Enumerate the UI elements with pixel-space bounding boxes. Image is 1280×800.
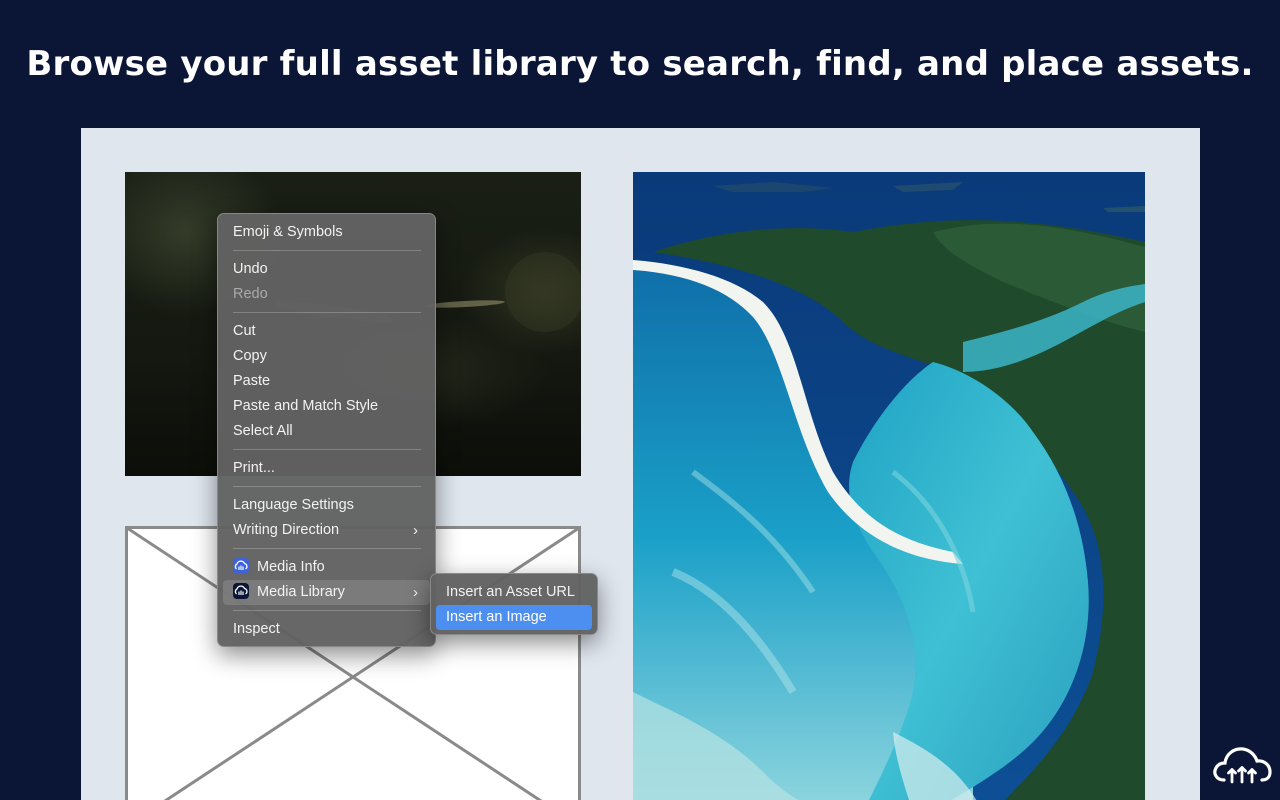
- menu-separator: [233, 250, 421, 251]
- menu-item-emoji-symbols[interactable]: Emoji & Symbols: [223, 220, 430, 245]
- menu-item-label: Undo: [233, 261, 268, 277]
- menu-separator: [233, 486, 421, 487]
- chevron-right-icon: ›: [413, 584, 418, 601]
- menu-item-label: Emoji & Symbols: [233, 224, 343, 240]
- menu-item-print[interactable]: Print...: [223, 456, 430, 481]
- menu-item-label: Copy: [233, 348, 267, 364]
- menu-item-copy[interactable]: Copy: [223, 344, 430, 369]
- menu-item-language-settings[interactable]: Language Settings: [223, 493, 430, 518]
- menu-item-label: Paste: [233, 373, 271, 389]
- menu-item-label: Media Library: [257, 584, 345, 600]
- menu-item-label: Print...: [233, 460, 275, 476]
- page: Browse your full asset library to search…: [0, 0, 1280, 800]
- menu-item-label: Cut: [233, 323, 256, 339]
- menu-item-label: Redo: [233, 286, 268, 302]
- menu-separator: [233, 312, 421, 313]
- menu-item-label: Insert an Image: [446, 609, 547, 625]
- menu-item-paste[interactable]: Paste: [223, 369, 430, 394]
- menu-item-paste-match-style[interactable]: Paste and Match Style: [223, 394, 430, 419]
- menu-item-label: Inspect: [233, 621, 280, 637]
- page-headline: Browse your full asset library to search…: [26, 44, 1254, 84]
- menu-item-label: Media Info: [257, 559, 325, 575]
- menu-separator: [233, 610, 421, 611]
- menu-item-label: Insert an Asset URL: [446, 584, 575, 600]
- menu-item-writing-direction[interactable]: Writing Direction ›: [223, 518, 430, 543]
- menu-item-insert-image[interactable]: Insert an Image: [436, 605, 592, 630]
- cloudinary-icon: [233, 558, 249, 574]
- menu-item-insert-asset-url[interactable]: Insert an Asset URL: [436, 580, 592, 605]
- menu-separator: [233, 548, 421, 549]
- menu-item-redo: Redo: [223, 282, 430, 307]
- aerial-beach-photo[interactable]: [633, 172, 1145, 800]
- chevron-right-icon: ›: [413, 522, 418, 539]
- menu-item-cut[interactable]: Cut: [223, 319, 430, 344]
- menu-item-label: Writing Direction: [233, 522, 340, 538]
- context-menu: Emoji & Symbols Undo Redo Cut Copy Paste…: [217, 213, 436, 647]
- cloudinary-icon: [233, 583, 249, 599]
- menu-item-label: Select All: [233, 423, 293, 439]
- menu-item-label: Language Settings: [233, 497, 354, 513]
- cloudinary-cloud-logo: [1212, 744, 1272, 786]
- menu-item-inspect[interactable]: Inspect: [223, 617, 430, 642]
- media-library-submenu: Insert an Asset URL Insert an Image: [430, 573, 598, 635]
- menu-item-select-all[interactable]: Select All: [223, 419, 430, 444]
- menu-separator: [233, 449, 421, 450]
- menu-item-undo[interactable]: Undo: [223, 257, 430, 282]
- menu-item-media-library[interactable]: Media Library ›: [223, 580, 430, 605]
- menu-item-media-info[interactable]: Media Info: [223, 555, 430, 580]
- menu-item-label: Paste and Match Style: [233, 398, 379, 414]
